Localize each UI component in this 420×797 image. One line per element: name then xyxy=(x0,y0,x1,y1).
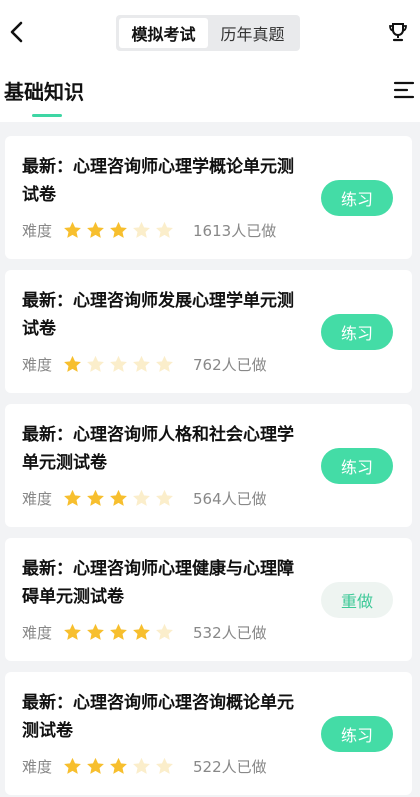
star-filled-icon xyxy=(64,489,81,506)
star-empty-icon xyxy=(133,757,150,774)
category-header: 基础知识 xyxy=(0,66,420,122)
tab-past-papers[interactable]: 历年真题 xyxy=(208,18,297,48)
star-filled-icon xyxy=(110,623,127,640)
category-active-indicator xyxy=(32,114,62,117)
chevron-left-icon xyxy=(10,21,23,43)
star-empty-icon xyxy=(156,355,173,372)
star-filled-icon xyxy=(64,623,81,640)
exam-card[interactable]: 最新：心理咨询师人格和社会心理学单元测试卷 难度 564人已做 练习 xyxy=(5,404,412,527)
difficulty-label: 难度 xyxy=(22,221,53,240)
star-filled-icon xyxy=(110,221,127,238)
difficulty-stars xyxy=(62,756,175,777)
attempt-count: 762人已做 xyxy=(193,355,267,374)
star-empty-icon xyxy=(87,355,104,372)
difficulty-label: 难度 xyxy=(22,623,53,642)
attempt-count: 522人已做 xyxy=(193,757,267,776)
category-title[interactable]: 基础知识 xyxy=(4,76,84,105)
attempt-count: 564人已做 xyxy=(193,489,267,508)
star-empty-icon xyxy=(110,355,127,372)
page: 模拟考试 历年真题 基础知识 最新：心理咨询师心理学概论单元测试卷 难度 161… xyxy=(0,0,420,797)
exam-card[interactable]: 最新：心理咨询师心理学概论单元测试卷 难度 1613人已做 练习 xyxy=(5,136,412,259)
difficulty-stars xyxy=(62,488,175,509)
star-empty-icon xyxy=(156,757,173,774)
practice-button[interactable]: 练习 xyxy=(321,314,393,350)
redo-button[interactable]: 重做 xyxy=(321,582,393,618)
exam-card[interactable]: 最新：心理咨询师心理健康与心理障碍单元测试卷 难度 532人已做 重做 xyxy=(5,538,412,661)
difficulty-stars xyxy=(62,622,175,643)
star-filled-icon xyxy=(64,221,81,238)
exam-meta: 难度 1613人已做 xyxy=(22,218,276,242)
practice-button[interactable]: 练习 xyxy=(321,716,393,752)
difficulty-label: 难度 xyxy=(22,757,53,776)
star-filled-icon xyxy=(87,757,104,774)
star-filled-icon xyxy=(87,489,104,506)
star-filled-icon xyxy=(110,757,127,774)
star-empty-icon xyxy=(133,221,150,238)
attempt-count: 1613人已做 xyxy=(193,221,277,240)
exam-title: 最新：心理咨询师发展心理学单元测试卷 xyxy=(22,291,294,339)
trophy-icon xyxy=(389,23,407,42)
difficulty-label: 难度 xyxy=(22,489,53,508)
practice-button[interactable]: 练习 xyxy=(321,180,393,216)
trophy-button[interactable] xyxy=(384,18,412,46)
exam-title: 最新：心理咨询师人格和社会心理学单元测试卷 xyxy=(22,425,294,473)
category-menu-button[interactable] xyxy=(392,78,416,102)
attempt-count: 532人已做 xyxy=(193,623,267,642)
exam-meta: 难度 564人已做 xyxy=(22,486,267,510)
difficulty-stars xyxy=(62,354,175,375)
exam-card[interactable]: 最新：心理咨询师发展心理学单元测试卷 难度 762人已做 练习 xyxy=(5,270,412,393)
back-button[interactable] xyxy=(2,18,30,46)
top-nav-bar: 模拟考试 历年真题 xyxy=(0,0,420,66)
star-filled-icon xyxy=(133,623,150,640)
exam-meta: 难度 762人已做 xyxy=(22,352,267,376)
star-filled-icon xyxy=(64,355,81,372)
list-menu-icon xyxy=(393,81,415,99)
difficulty-stars xyxy=(62,220,175,241)
star-filled-icon xyxy=(87,623,104,640)
exam-meta: 难度 522人已做 xyxy=(22,754,267,778)
tab-mock-exam[interactable]: 模拟考试 xyxy=(119,18,208,48)
exam-type-switcher: 模拟考试 历年真题 xyxy=(116,15,300,51)
difficulty-label: 难度 xyxy=(22,355,53,374)
exam-list: 最新：心理咨询师心理学概论单元测试卷 难度 1613人已做 练习 最新：心理咨询… xyxy=(5,136,412,795)
star-empty-icon xyxy=(156,623,173,640)
star-filled-icon xyxy=(64,757,81,774)
star-filled-icon xyxy=(110,489,127,506)
star-empty-icon xyxy=(133,489,150,506)
exam-card[interactable]: 最新：心理咨询师心理咨询概论单元测试卷 难度 522人已做 练习 xyxy=(5,672,412,795)
practice-button[interactable]: 练习 xyxy=(321,448,393,484)
star-empty-icon xyxy=(156,221,173,238)
exam-title: 最新：心理咨询师心理健康与心理障碍单元测试卷 xyxy=(22,559,294,607)
star-filled-icon xyxy=(87,221,104,238)
exam-title: 最新：心理咨询师心理学概论单元测试卷 xyxy=(22,157,294,205)
star-empty-icon xyxy=(133,355,150,372)
star-empty-icon xyxy=(156,489,173,506)
exam-meta: 难度 532人已做 xyxy=(22,620,267,644)
exam-title: 最新：心理咨询师心理咨询概论单元测试卷 xyxy=(22,693,294,741)
